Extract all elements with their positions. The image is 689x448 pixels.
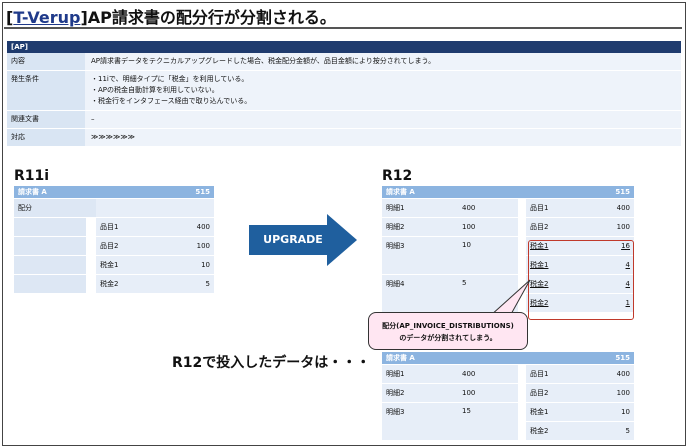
split-distributions-highlight bbox=[528, 240, 634, 320]
info-row-related-docs: 関連文書 – bbox=[7, 111, 681, 129]
title-text: AP請求書の配分行が分割される。 bbox=[87, 8, 336, 27]
r11i-label: R11i bbox=[14, 168, 50, 184]
r12-loaded-invoice-table: 請求書 A 515 明細1 400 品目1 400 明細2 100 品目2 10… bbox=[382, 352, 634, 441]
table-row: 税金1 10 bbox=[14, 255, 214, 275]
table-row: 品目1 400 bbox=[14, 217, 214, 237]
slide-title: [T-Verup]AP請求書の配分行が分割される。 bbox=[6, 8, 336, 27]
table-row: 税金2 5 bbox=[14, 274, 214, 294]
title-tag: T-Verup bbox=[13, 8, 81, 27]
info-table-header: [AP] bbox=[7, 41, 681, 53]
table-header-row: 請求書 A 515 bbox=[382, 186, 634, 199]
r11i-invoice-table: 請求書 A 515 配分 品目1 400 品目2 100 税金1 10 税金2 … bbox=[14, 186, 214, 294]
info-row-condition: 発生条件 ・11iで、明細タイプに「税金」を利用している。 ・APの税金自動計算… bbox=[7, 71, 681, 111]
info-table: [AP] 内容 AP請求書データをテクニカルアップグレードした場合、税金配分金額… bbox=[7, 41, 681, 147]
table-header-row: 請求書 A 515 bbox=[382, 352, 634, 365]
upgrade-label: UPGRADE bbox=[263, 233, 323, 246]
table-row: 明細2 100 品目2 100 bbox=[382, 383, 634, 403]
info-row-response: 対応 ≫≫≫≫≫≫ bbox=[7, 129, 681, 147]
r12-label: R12 bbox=[382, 168, 413, 184]
table-row: 品目2 100 bbox=[14, 236, 214, 256]
table-row: 明細1 400 品目1 400 bbox=[382, 364, 634, 384]
title-divider bbox=[4, 27, 682, 29]
table-row: 明細3 15 税金1 10 bbox=[382, 402, 634, 441]
split-callout: 配分(AP_INVOICE_DISTRIBUTIONS) のデータが分割されてし… bbox=[368, 312, 528, 350]
info-row-content: 内容 AP請求書データをテクニカルアップグレードした場合、税金配分金額が、品目金… bbox=[7, 53, 681, 71]
table-row: 配分 bbox=[14, 198, 214, 218]
table-row: 明細1 400 品目1 400 bbox=[382, 198, 634, 218]
r12-note: R12で投入したデータは・・・ bbox=[172, 355, 371, 371]
table-header-row: 請求書 A 515 bbox=[14, 186, 214, 199]
table-row: 明細2 100 品目2 100 bbox=[382, 217, 634, 237]
